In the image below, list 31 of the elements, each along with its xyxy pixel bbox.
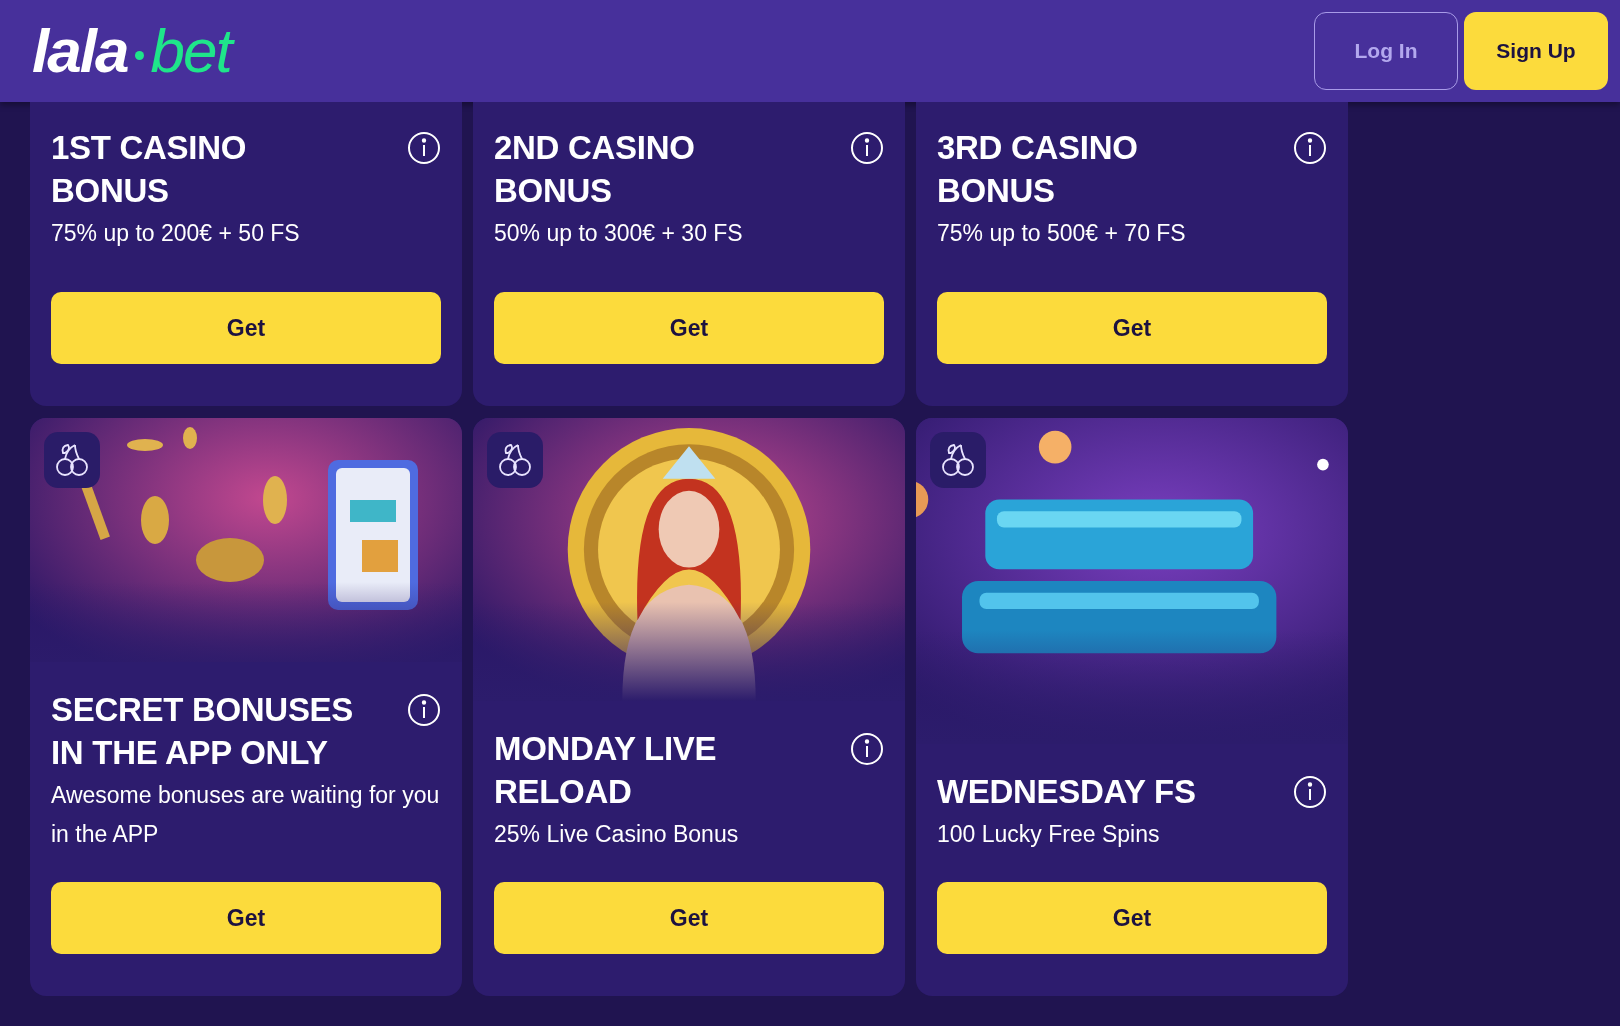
logo-text[interactable]: lala: [32, 20, 128, 82]
bonus-description: 75% up to 500€ + 70 FS: [937, 219, 1187, 248]
bonus-title: 2ND CASINO BONUS: [494, 128, 696, 211]
get-button[interactable]: Get: [937, 882, 1327, 954]
bonus-description: 75% up to 200€ + 50 FS: [51, 219, 301, 248]
bonus-title: 3RD CASINO BONUS: [937, 128, 1139, 211]
info-icon[interactable]: [407, 693, 441, 727]
log-in-button[interactable]: Log In: [1314, 12, 1458, 90]
info-icon[interactable]: [1293, 131, 1327, 165]
get-button[interactable]: Get: [494, 292, 884, 364]
info-icon[interactable]: [850, 732, 884, 766]
sign-up-button[interactable]: Sign Up: [1464, 12, 1608, 90]
bonus-title: 1ST CASINO BONUS: [51, 128, 248, 211]
bonus-title: MONDAY LIVE RELOAD: [494, 729, 718, 812]
get-button[interactable]: Get: [937, 292, 1327, 364]
get-button[interactable]: Get: [494, 882, 884, 954]
cherries-icon: [53, 441, 91, 479]
bonus-description: 50% up to 300€ + 30 FS: [494, 219, 744, 248]
get-button[interactable]: Get: [51, 292, 441, 364]
cherries-icon: [939, 441, 977, 479]
bonus-description: 100 Lucky Free Spins: [937, 820, 1161, 849]
info-icon[interactable]: [1293, 775, 1327, 809]
bonus-title: SECRET BONUSES IN THE APP ONLY: [51, 690, 355, 773]
info-icon[interactable]: [850, 131, 884, 165]
get-button[interactable]: Get: [51, 882, 441, 954]
bonus-title: WEDNESDAY FS: [937, 772, 1196, 812]
info-icon[interactable]: [407, 131, 441, 165]
bonus-description: 25% Live Casino Bonus: [494, 820, 740, 849]
bonus-description: Awesome bonuses are waiting for you in the APP: [51, 781, 441, 849]
cherries-icon: [496, 441, 534, 479]
logo-dot-icon: [135, 50, 145, 60]
